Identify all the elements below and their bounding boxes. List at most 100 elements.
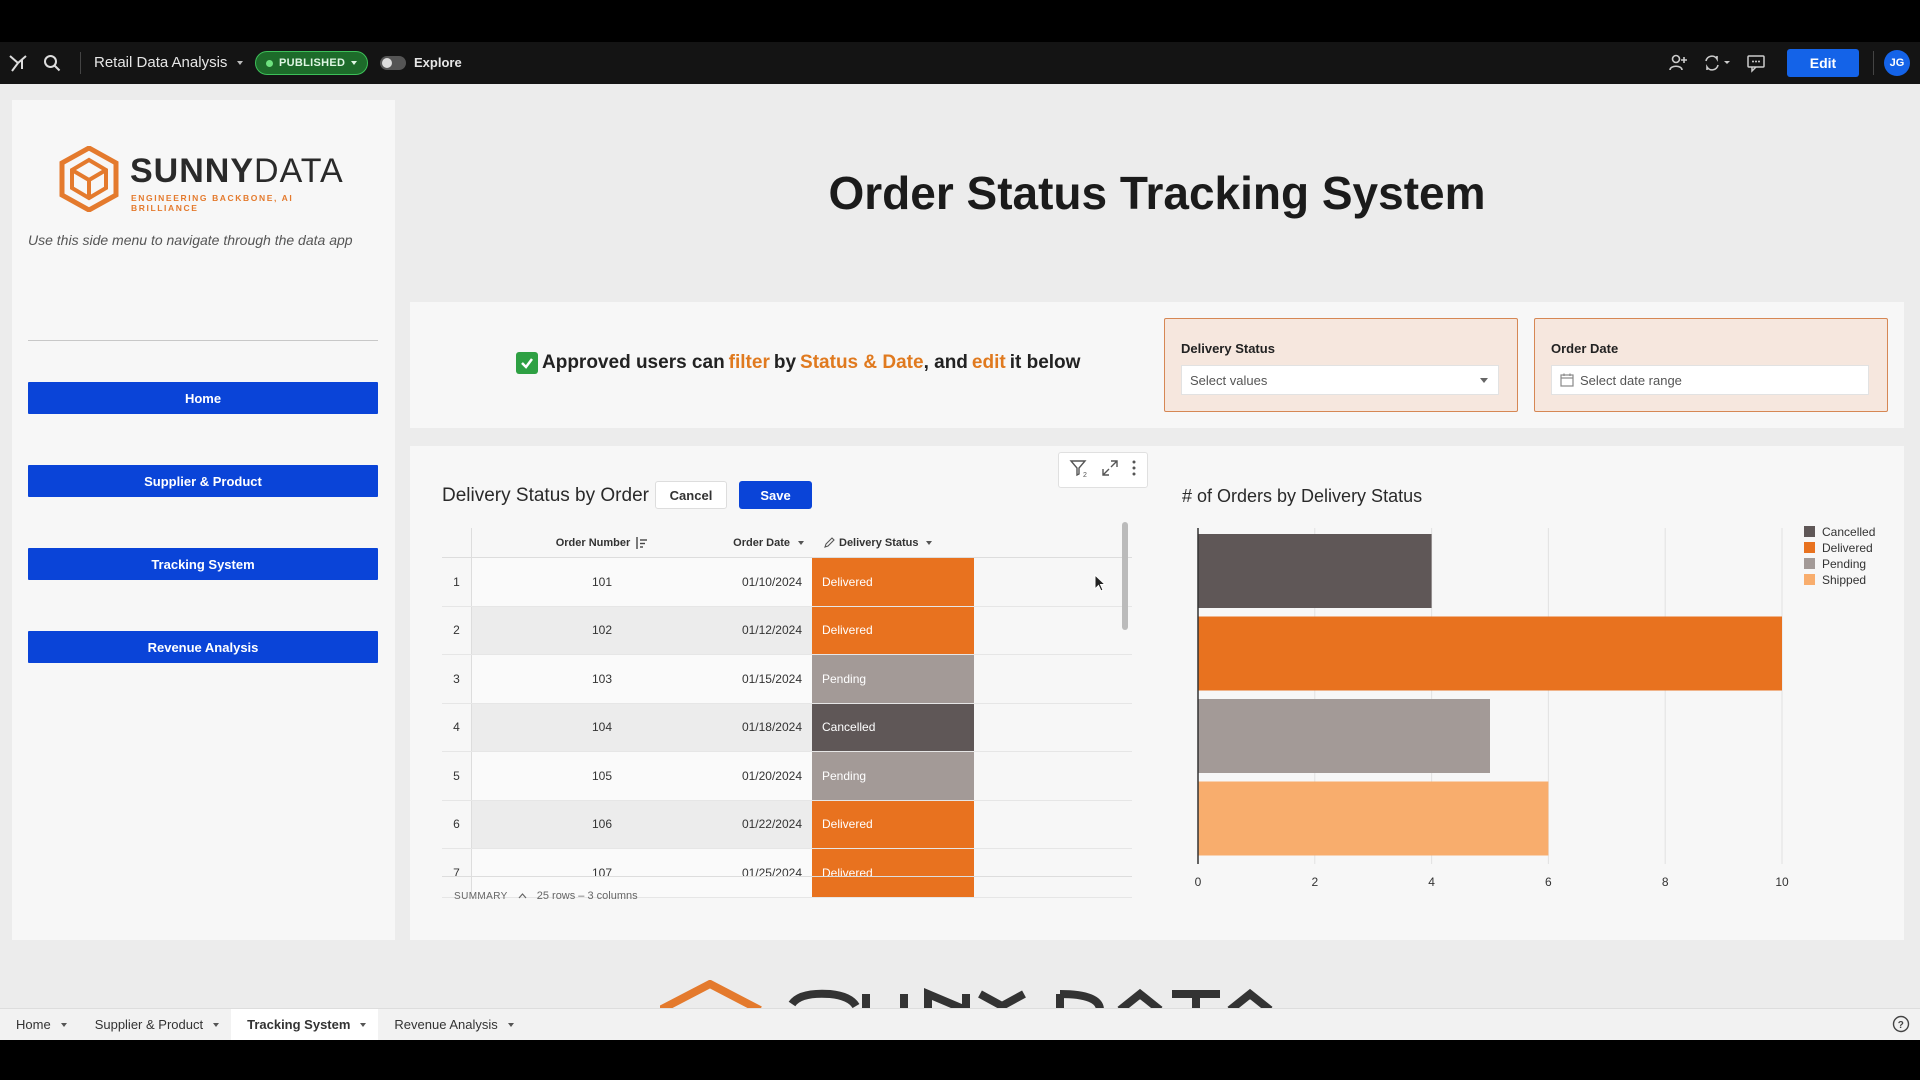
order-date-cell[interactable]: 01/25/2024 [732, 849, 812, 897]
toolbar-divider [80, 52, 81, 74]
page-tab-label: Home [16, 1017, 51, 1032]
nav-button-tracking-system[interactable]: Tracking System [28, 548, 378, 580]
nav-button-home[interactable]: Home [28, 382, 378, 414]
edit-button[interactable]: Edit [1787, 49, 1859, 77]
summary-label: SUMMARY [454, 890, 508, 902]
page-tab-label: Supplier & Product [94, 1017, 204, 1032]
delivery-status-cell[interactable]: Delivered [812, 558, 974, 606]
cancel-button[interactable]: Cancel [655, 481, 727, 509]
page-tab-tracking-system[interactable]: Tracking System [231, 1008, 379, 1041]
table-row[interactable]: 6 106 01/22/2024 Delivered [442, 800, 1132, 849]
share-user-icon[interactable] [1663, 48, 1693, 78]
check-mark-icon [516, 352, 538, 374]
bar-delivered[interactable] [1198, 616, 1782, 691]
order-date-cell[interactable]: 01/10/2024 [732, 558, 812, 606]
table-row[interactable]: 5 105 01/20/2024 Pending [442, 752, 1132, 801]
published-badge[interactable]: PUBLISHED [255, 51, 369, 75]
help-icon[interactable]: ? [1892, 1015, 1914, 1038]
nav-button-revenue-analysis[interactable]: Revenue Analysis [28, 631, 378, 663]
bar-pending[interactable] [1198, 699, 1490, 773]
explore-label: Explore [414, 55, 462, 70]
order-number-cell[interactable]: 104 [472, 703, 732, 751]
order-date-placeholder: Select date range [1580, 372, 1682, 388]
order-date-cell[interactable]: 01/15/2024 [732, 655, 812, 703]
filter-icon[interactable]: 2 [1069, 458, 1089, 483]
chevron-down-icon[interactable] [507, 1022, 514, 1027]
bar-shipped[interactable] [1198, 781, 1549, 856]
delivery-status-cell[interactable]: Delivered [812, 606, 974, 654]
screen-letterbox [0, 1040, 1920, 1080]
note-and: , and [923, 352, 968, 373]
avatar[interactable]: JG [1884, 50, 1910, 76]
chevron-down-icon[interactable] [213, 1022, 220, 1027]
delivery-status-cell[interactable]: Cancelled [812, 703, 974, 751]
page-tab-label: Revenue Analysis [394, 1017, 498, 1032]
svg-text:2: 2 [1083, 472, 1087, 478]
chevron-down-icon [798, 540, 804, 545]
brand-logo: SUNNYDATA ENGINEERING BACKBONE, AI BRILL… [58, 146, 358, 216]
delivery-status-cell[interactable]: Pending [812, 655, 974, 703]
expand-icon[interactable] [1101, 459, 1119, 482]
page-tab-home[interactable]: Home [0, 1009, 79, 1041]
sort-icon[interactable] [636, 536, 648, 549]
table-row[interactable]: 1 101 01/10/2024 Delivered [442, 558, 1132, 607]
order-number-cell[interactable]: 101 [472, 558, 732, 606]
column-header-order-date[interactable]: Order Date [732, 528, 812, 557]
chevron-down-icon[interactable] [60, 1022, 67, 1027]
legend-label-shipped[interactable]: Shipped [1822, 573, 1866, 587]
brand-name-bold: SUNNY [130, 152, 255, 190]
approved-users-note: Approved users can filter by Status & Da… [516, 352, 1080, 374]
sunny-data-logo-icon [59, 146, 119, 212]
delivery-status-select[interactable]: Select values [1181, 365, 1499, 395]
nav-button-supplier-product[interactable]: Supplier & Product [28, 465, 378, 497]
calendar-icon [1560, 373, 1574, 387]
order-date-cell[interactable]: 01/18/2024 [732, 703, 812, 751]
legend-label-cancelled[interactable]: Cancelled [1822, 525, 1875, 539]
table-footer-divider [442, 876, 1132, 877]
order-number-cell[interactable]: 103 [472, 655, 732, 703]
legend-swatch [1804, 526, 1815, 537]
explore-toggle[interactable] [380, 56, 406, 70]
table-row[interactable]: 2 102 01/12/2024 Delivered [442, 606, 1132, 655]
chevron-up-icon [518, 893, 527, 899]
status-dot-icon [266, 59, 273, 67]
workbook-title-menu[interactable]: Retail Data Analysis [94, 54, 244, 71]
chart-title: # of Orders by Delivery Status [1182, 486, 1423, 506]
bar-cancelled[interactable] [1198, 534, 1432, 608]
app-window: Retail Data Analysis PUBLISHED Explore E… [0, 0, 1920, 1080]
order-date-range-input[interactable]: Select date range [1551, 365, 1869, 395]
page-tab-supplier-product[interactable]: Supplier & Product [79, 1009, 231, 1041]
order-number-cell[interactable]: 105 [472, 752, 732, 800]
save-button[interactable]: Save [739, 481, 812, 509]
table-scrollbar[interactable] [1122, 522, 1128, 630]
table-row[interactable]: 4 104 01/18/2024 Cancelled [442, 703, 1132, 752]
more-options-icon[interactable] [1131, 459, 1137, 482]
table-summary[interactable]: SUMMARY 25 rows – 3 columns [454, 890, 638, 902]
order-date-cell[interactable]: 01/12/2024 [732, 606, 812, 654]
row-index: 5 [442, 752, 472, 800]
page-tab-label: Tracking System [247, 1017, 351, 1032]
delivery-status-cell[interactable]: Pending [812, 752, 974, 800]
orders-table: Order Number Order Date Delivery Status … [442, 528, 1132, 898]
legend-label-delivered[interactable]: Delivered [1822, 541, 1873, 555]
column-header-delivery-status[interactable]: Delivery Status [812, 528, 974, 557]
delivery-status-cell[interactable]: Delivered [812, 800, 974, 848]
column-header-order-number[interactable]: Order Number [472, 528, 732, 557]
table-row[interactable]: 3 103 01/15/2024 Pending [442, 655, 1132, 704]
legend-label-pending[interactable]: Pending [1822, 557, 1866, 571]
search-icon[interactable] [42, 53, 62, 73]
column-label: Order Number [555, 536, 631, 549]
order-number-cell[interactable]: 102 [472, 606, 732, 654]
comment-icon[interactable] [1741, 48, 1771, 78]
sigma-logo-icon[interactable] [8, 53, 28, 73]
order-date-cell[interactable]: 01/22/2024 [732, 800, 812, 848]
chevron-down-icon[interactable] [360, 1022, 367, 1027]
page-tab-revenue-analysis[interactable]: Revenue Analysis [378, 1009, 525, 1041]
order-number-cell[interactable]: 106 [472, 800, 732, 848]
x-tick-label: 8 [1662, 875, 1669, 889]
note-filter: filter [728, 352, 770, 373]
order-date-cell[interactable]: 01/20/2024 [732, 752, 812, 800]
refresh-icon[interactable] [1697, 48, 1737, 78]
delivery-status-cell[interactable]: Delivered [812, 849, 974, 897]
x-tick-label: 2 [1311, 875, 1318, 889]
